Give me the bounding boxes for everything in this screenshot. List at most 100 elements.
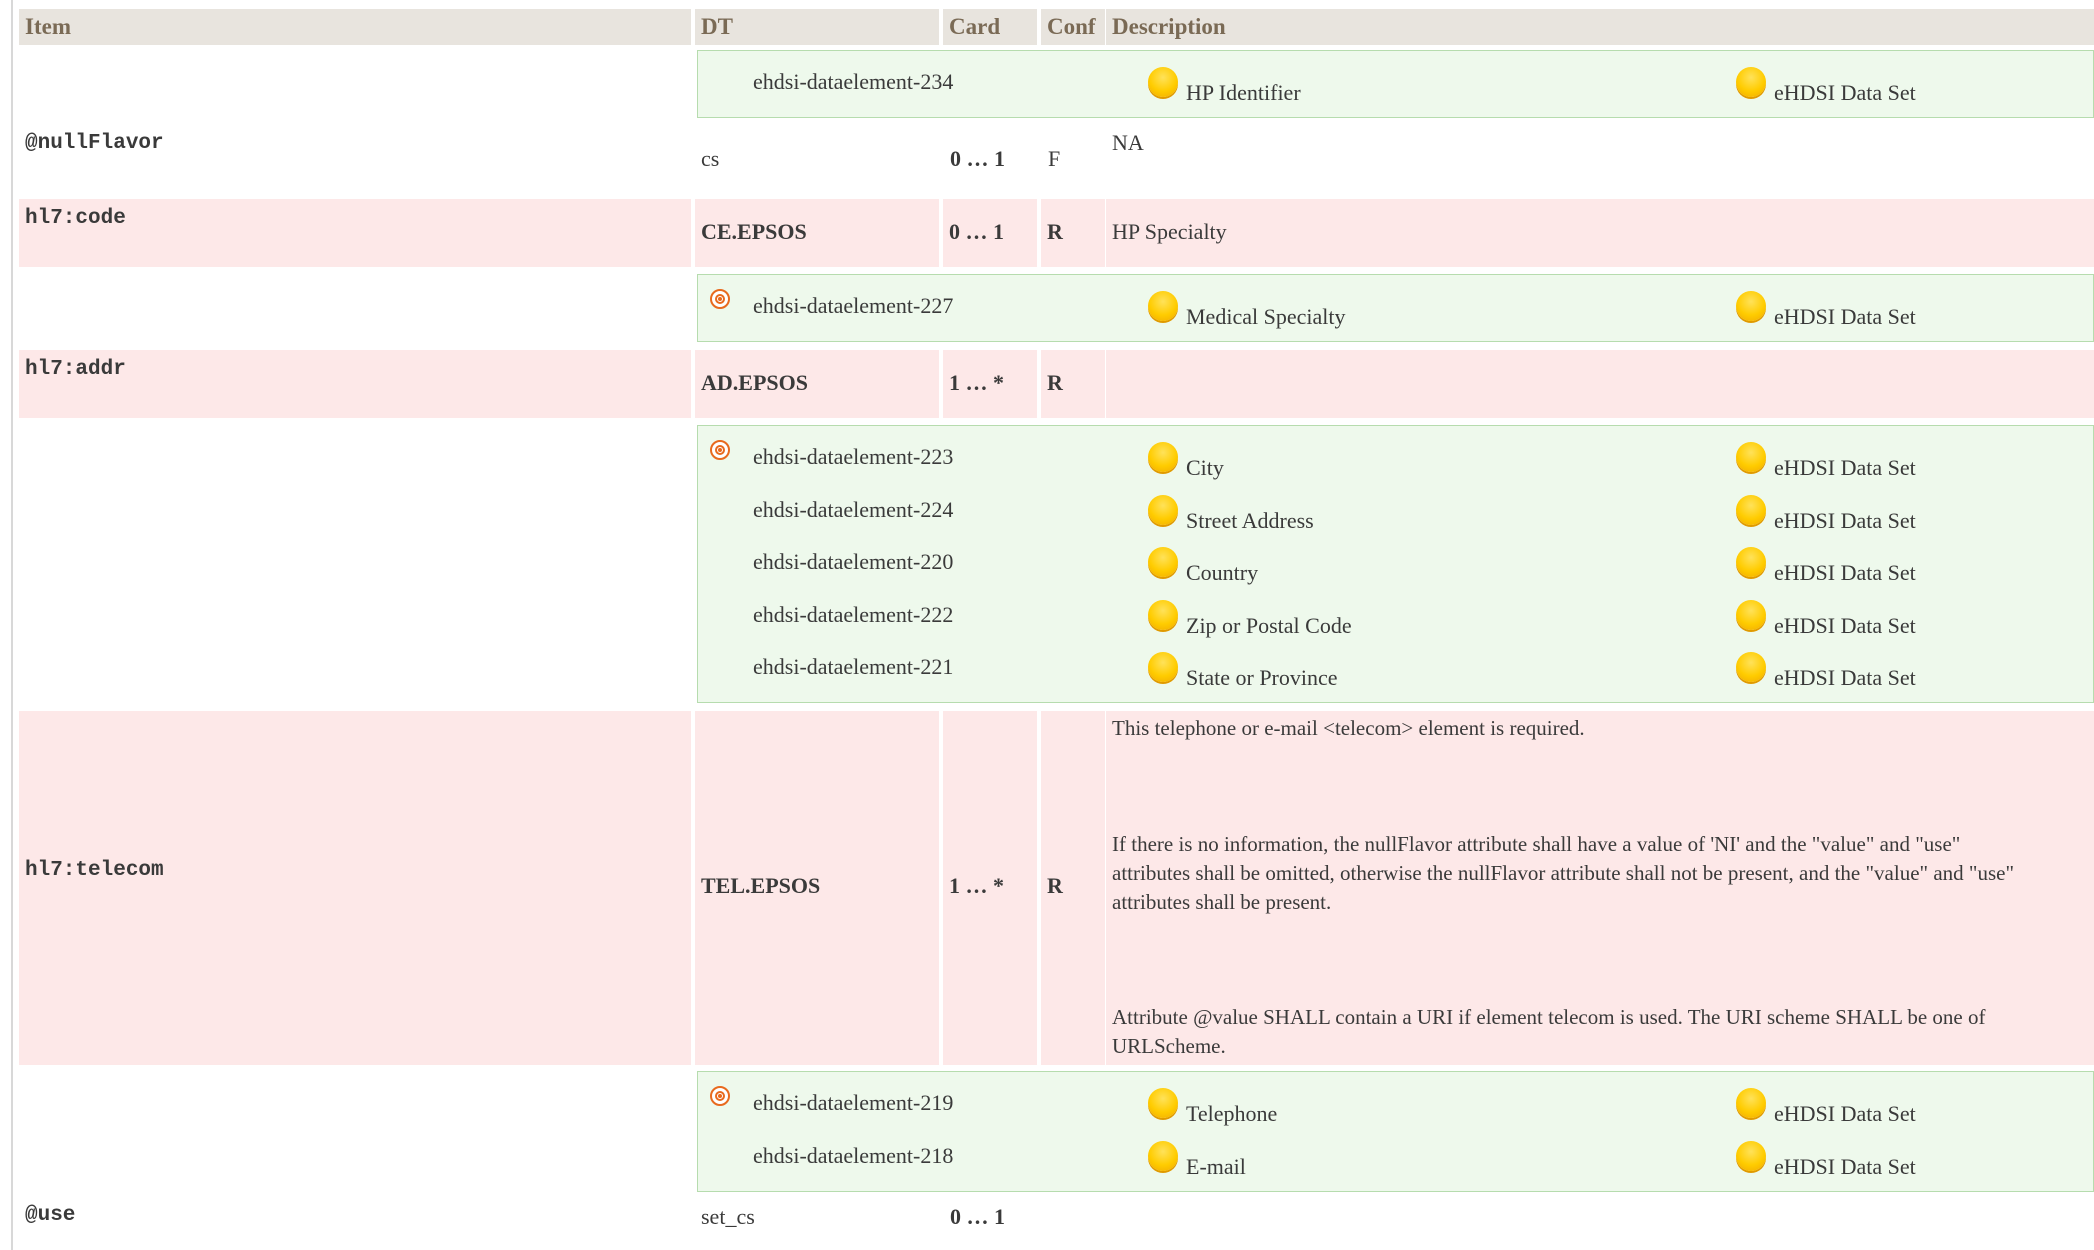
concept-group: ehdsi-dataelement-219 Telephone eHDSI Data… <box>697 1071 2094 1192</box>
item-name[interactable]: @use <box>25 1204 75 1227</box>
description: HP Specialty <box>1112 219 1227 244</box>
sun-icon <box>1148 599 1178 630</box>
sun-icon <box>1148 494 1178 525</box>
description: NA <box>1112 130 1144 155</box>
datatype[interactable]: set_cs <box>701 1204 755 1230</box>
table-row-telecom-dt: TEL.EPSOS <box>695 711 939 1065</box>
sun-icon <box>1148 67 1178 97</box>
table-row-code-conf: R <box>1041 199 1105 267</box>
target-icon <box>710 440 730 460</box>
concept-dataset[interactable]: eHDSI Data Set <box>1774 508 1916 534</box>
concept-id[interactable]: ehdsi-dataelement-219 <box>753 1090 953 1116</box>
concept-name[interactable]: E-mail <box>1186 1154 1246 1180</box>
cardinality: 0 … 1 <box>949 219 1004 244</box>
description-line: URLScheme. <box>1112 1034 1226 1058</box>
item-name[interactable]: hl7:addr <box>25 358 126 381</box>
concept-dataset[interactable]: eHDSI Data Set <box>1774 613 1916 639</box>
concept-id[interactable]: ehdsi-dataelement-227 <box>753 293 953 319</box>
conformance: R <box>1047 219 1063 244</box>
template-table: Item DT Card Conf Description ehdsi-data… <box>0 0 2094 1250</box>
conformance: F <box>1048 146 1061 171</box>
concept-dataset[interactable]: eHDSI Data Set <box>1774 304 1916 330</box>
target-icon <box>710 289 730 309</box>
sun-icon <box>1736 494 1766 525</box>
concept-id[interactable]: ehdsi-dataelement-224 <box>753 497 953 523</box>
concept-dataset[interactable]: eHDSI Data Set <box>1774 455 1916 481</box>
sun-icon <box>1736 599 1766 630</box>
concept-name[interactable]: Street Address <box>1186 508 1314 534</box>
table-row-code-item: hl7:code <box>19 199 691 267</box>
sun-icon <box>1736 547 1766 577</box>
cardinality: 0 … 1 <box>950 146 1005 171</box>
sun-icon <box>1736 1140 1766 1171</box>
concept-id[interactable]: ehdsi-dataelement-221 <box>753 654 953 680</box>
concept-id[interactable]: ehdsi-dataelement-218 <box>753 1143 953 1169</box>
table-row-code-desc: HP Specialty <box>1106 199 2094 267</box>
concept-group: ehdsi-dataelement-227 Medical Specialty eH… <box>697 274 2094 342</box>
item-name[interactable]: hl7:code <box>25 207 126 230</box>
concept-dataset[interactable]: eHDSI Data Set <box>1774 665 1916 691</box>
table-row-addr-conf: R <box>1041 350 1105 418</box>
concept-name[interactable]: City <box>1186 455 1224 481</box>
concept-dataset[interactable]: eHDSI Data Set <box>1774 560 1916 586</box>
concept-name[interactable]: Country <box>1186 560 1258 586</box>
table-row-addr-item: hl7:addr <box>19 350 691 418</box>
description-line: If there is no information, the nullFlav… <box>1112 832 1961 856</box>
datatype[interactable]: cs <box>701 146 719 172</box>
concept-id[interactable]: ehdsi-dataelement-234 <box>753 69 953 95</box>
sun-icon <box>1736 291 1766 321</box>
description-line: attributes shall be omitted, otherwise t… <box>1112 861 2015 885</box>
description-line: attributes shall be present. <box>1112 890 1332 914</box>
concept-group: ehdsi-dataelement-223 City eHDSI Data Set e… <box>697 425 2094 703</box>
left-border <box>11 0 13 1250</box>
col-header-conf: Conf <box>1041 9 1105 45</box>
concept-id[interactable]: ehdsi-dataelement-222 <box>753 602 953 628</box>
table-row-code-dt: CE.EPSOS <box>695 199 939 267</box>
table-row-use: @use set_cs 0 … 1 <box>19 1196 2094 1250</box>
datatype[interactable]: TEL.EPSOS <box>701 873 820 899</box>
concept-group: ehdsi-dataelement-234 HP Identifier eHDSI … <box>697 50 2094 118</box>
table-row-addr-desc <box>1106 350 2094 418</box>
concept-name[interactable]: HP Identifier <box>1186 80 1301 106</box>
table-row-nullflavor: @nullFlavor cs 0 … 1 F NA <box>19 122 2094 195</box>
concept-name[interactable]: Zip or Postal Code <box>1186 613 1352 639</box>
sun-icon <box>1148 1088 1178 1118</box>
col-header-card: Card <box>943 9 1037 45</box>
concept-name[interactable]: Medical Specialty <box>1186 304 1345 330</box>
col-header-description: Description <box>1106 9 2094 45</box>
concept-name[interactable]: State or Province <box>1186 665 1338 691</box>
datatype[interactable]: CE.EPSOS <box>701 219 807 245</box>
description-line: Attribute @value SHALL contain a URI if … <box>1112 1005 1986 1029</box>
table-row-telecom-item: hl7:telecom <box>19 711 691 1065</box>
concept-dataset[interactable]: eHDSI Data Set <box>1774 1101 1916 1127</box>
concept-name[interactable]: Telephone <box>1186 1101 1277 1127</box>
conformance: R <box>1047 873 1063 898</box>
concept-id[interactable]: ehdsi-dataelement-223 <box>753 444 953 470</box>
sun-icon <box>1148 1140 1178 1171</box>
col-header-item: Item <box>19 9 691 45</box>
concept-dataset[interactable]: eHDSI Data Set <box>1774 1154 1916 1180</box>
description-paragraph: This telephone or e-mail <telecom> eleme… <box>1112 716 1585 740</box>
col-header-dt: DT <box>695 9 939 45</box>
table-row-code-card: 0 … 1 <box>943 199 1037 267</box>
sun-icon <box>1148 547 1178 577</box>
sun-icon <box>1148 291 1178 321</box>
sun-icon <box>1736 442 1766 472</box>
conformance: R <box>1047 370 1063 395</box>
table-row-addr-dt: AD.EPSOS <box>695 350 939 418</box>
cardinality: 1 … * <box>949 370 1004 395</box>
target-icon <box>710 1086 730 1106</box>
item-name[interactable]: hl7:telecom <box>25 859 164 882</box>
table-row-addr-card: 1 … * <box>943 350 1037 418</box>
table-row-telecom-conf: R <box>1041 711 1105 1065</box>
sun-icon <box>1148 442 1178 472</box>
table-row-telecom-card: 1 … * <box>943 711 1037 1065</box>
sun-icon <box>1736 652 1766 682</box>
sun-icon <box>1736 1088 1766 1118</box>
sun-icon <box>1736 67 1766 97</box>
item-name[interactable]: @nullFlavor <box>25 132 164 155</box>
concept-dataset[interactable]: eHDSI Data Set <box>1774 80 1916 106</box>
datatype[interactable]: AD.EPSOS <box>701 370 808 396</box>
concept-id[interactable]: ehdsi-dataelement-220 <box>753 549 953 575</box>
cardinality: 1 … * <box>949 873 1004 898</box>
